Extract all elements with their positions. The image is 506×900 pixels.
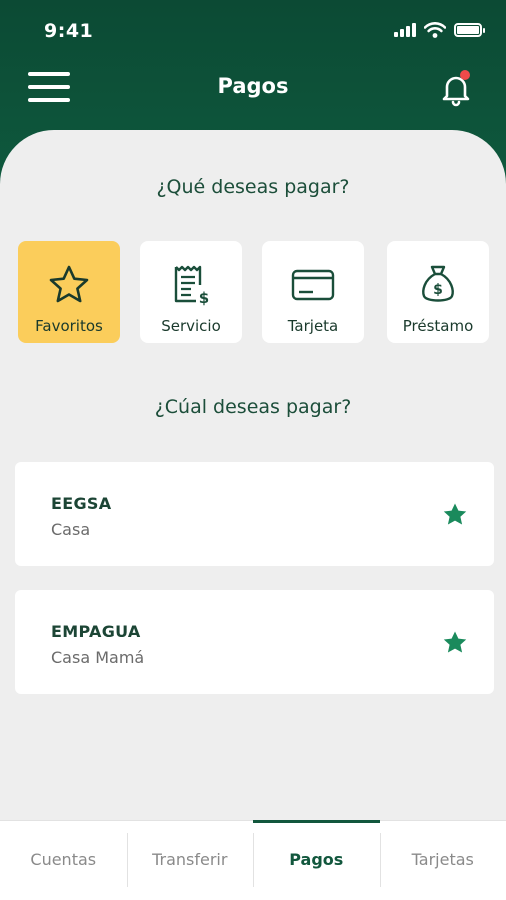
favorite-star-icon[interactable] <box>442 630 468 656</box>
hamburger-line <box>28 98 70 102</box>
wifi-icon <box>424 22 446 38</box>
receipt-dollar-icon: $ <box>169 263 213 307</box>
content-sheet: ¿Qué deseas pagar? Favoritos $ Servicio <box>0 130 506 820</box>
tab-cuentas[interactable]: Cuentas <box>0 821 127 900</box>
credit-card-icon <box>291 263 335 307</box>
cellular-signal-icon <box>394 23 416 37</box>
tab-pagos[interactable]: Pagos <box>253 820 380 900</box>
category-label: Servicio <box>161 317 221 335</box>
category-row: Favoritos $ Servicio Tarjeta $ Préstamo <box>18 241 490 343</box>
nav-bar: Pagos <box>0 60 506 116</box>
notifications-button[interactable] <box>436 68 476 108</box>
notification-badge <box>460 70 470 80</box>
status-icons <box>394 22 485 38</box>
section-title-what: ¿Qué deseas pagar? <box>156 176 350 198</box>
payee-name: EEGSA <box>51 494 112 513</box>
svg-text:$: $ <box>433 282 443 298</box>
tab-tarjetas[interactable]: Tarjetas <box>379 821 506 900</box>
page-title: Pagos <box>217 74 289 98</box>
tab-transferir[interactable]: Transferir <box>126 821 254 900</box>
payee-subtitle: Casa Mamá <box>51 648 145 667</box>
payee-subtitle: Casa <box>51 520 91 539</box>
money-bag-icon: $ <box>416 263 460 307</box>
category-servicio[interactable]: $ Servicio <box>140 241 242 343</box>
status-time: 9:41 <box>44 20 94 42</box>
section-title-which: ¿Cúal deseas pagar? <box>154 396 352 418</box>
category-tarjeta[interactable]: Tarjeta <box>262 241 364 343</box>
category-label: Favoritos <box>35 317 103 335</box>
battery-icon <box>454 23 485 37</box>
status-bar: 9:41 <box>0 0 506 60</box>
star-outline-icon <box>47 263 91 307</box>
bell-icon <box>442 76 470 107</box>
category-favoritos[interactable]: Favoritos <box>18 241 120 343</box>
svg-text:$: $ <box>199 289 209 307</box>
category-prestamo[interactable]: $ Préstamo <box>387 241 489 343</box>
payee-name: EMPAGUA <box>51 622 141 641</box>
payee-card[interactable]: EMPAGUA Casa Mamá <box>15 590 494 694</box>
bottom-tab-bar: Cuentas Transferir Pagos Tarjetas <box>0 820 506 900</box>
category-label: Tarjeta <box>287 317 339 335</box>
favorite-star-icon[interactable] <box>442 502 468 528</box>
category-label: Préstamo <box>402 317 474 335</box>
payee-card[interactable]: EEGSA Casa <box>15 462 494 566</box>
